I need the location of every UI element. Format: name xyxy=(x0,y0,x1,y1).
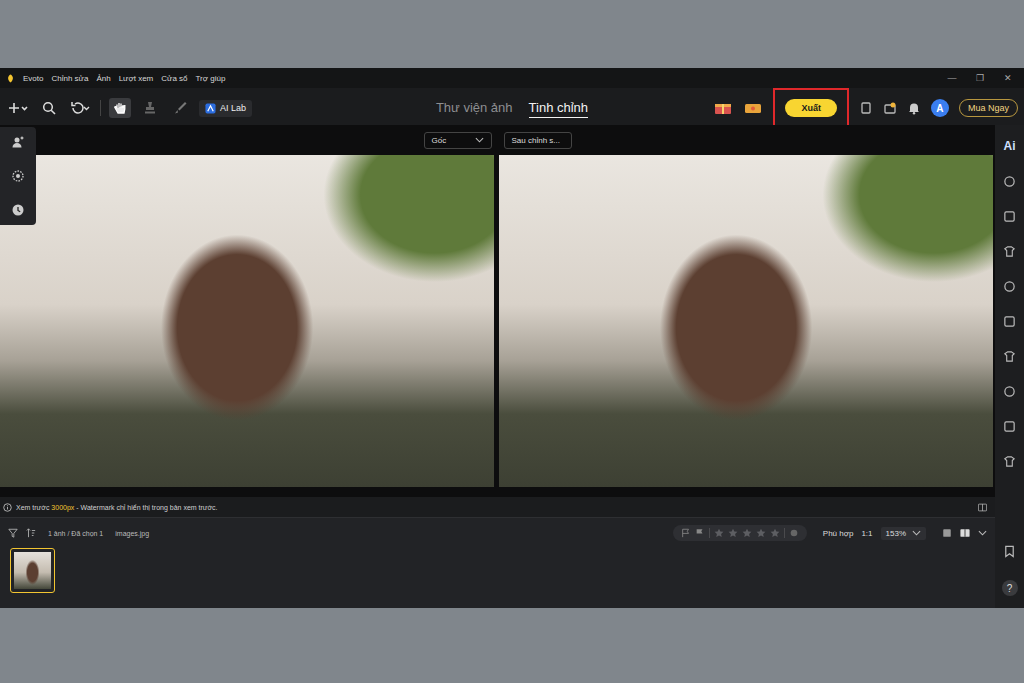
panel-tool-icon[interactable] xyxy=(1003,385,1016,398)
panel-tool-icon[interactable] xyxy=(1003,210,1016,223)
actual-size-button[interactable]: 1:1 xyxy=(861,529,872,538)
help-button[interactable]: ? xyxy=(1002,580,1018,596)
filmstrip-header: 1 ảnh / Đã chọn 1 images.jpg Phù hợp 1:1 153… xyxy=(0,518,995,548)
buy-now-button[interactable]: Mua Ngay xyxy=(959,99,1018,117)
menu-item[interactable]: Trợ giúp xyxy=(196,74,226,83)
backdrop-bottom xyxy=(0,608,1024,683)
search-icon xyxy=(42,101,56,115)
screen: Evoto Chỉnh sửa Ảnh Lượt xem Cửa sổ Trợ giúp —… xyxy=(0,0,1024,683)
portrait-tool-icon[interactable] xyxy=(11,135,25,149)
compare-bar: Gốc Sau chỉnh s... xyxy=(0,125,995,155)
window-control[interactable]: ❐ xyxy=(970,73,990,83)
window-control[interactable]: ✕ xyxy=(998,73,1018,83)
ai-tools-button[interactable]: Ai xyxy=(1004,139,1016,153)
canvas: Gốc Sau chỉnh s... xyxy=(0,125,995,497)
filter-tool-icon[interactable] xyxy=(11,169,25,183)
device-icon[interactable] xyxy=(859,101,873,115)
tool-button[interactable] xyxy=(38,98,60,118)
selection-count: 1 ảnh / Đã chọn 1 xyxy=(48,530,103,537)
rating-star-icon[interactable] xyxy=(742,528,752,538)
menu-item[interactable]: Cửa sổ xyxy=(161,74,187,83)
user-avatar[interactable]: A xyxy=(931,99,949,117)
export-button[interactable]: Xuất xyxy=(785,99,837,117)
chevron-down-icon xyxy=(912,530,921,536)
rating-bar xyxy=(673,525,807,541)
window-control[interactable]: — xyxy=(942,73,962,83)
export-highlight: Xuất xyxy=(773,88,849,128)
color-label-icon[interactable] xyxy=(789,528,799,538)
before-dropdown[interactable]: Gốc xyxy=(424,132,492,149)
menu-item[interactable]: Ảnh xyxy=(96,74,110,83)
history-icon[interactable] xyxy=(11,203,25,217)
tool-button[interactable] xyxy=(109,98,131,118)
after-label: Sau chỉnh s... xyxy=(504,132,572,149)
chevron-down-icon[interactable] xyxy=(978,530,987,536)
preview-note: Xem trước 3000px - Watermark chỉ hiển th… xyxy=(0,497,995,517)
thumbnail-image xyxy=(14,552,51,589)
compare-view-icon[interactable] xyxy=(960,528,970,538)
batch-icon[interactable] xyxy=(883,101,897,115)
photo-after xyxy=(499,155,993,487)
panel-tool-icon[interactable] xyxy=(1003,175,1016,188)
rating-star-icon[interactable] xyxy=(714,528,724,538)
zoom-dropdown[interactable]: 153% xyxy=(881,527,926,540)
menu-item[interactable]: Chỉnh sửa xyxy=(51,74,88,83)
ai-lab-icon xyxy=(205,103,216,114)
add-icon xyxy=(8,101,28,115)
tool-button[interactable] xyxy=(68,98,92,118)
hand-icon xyxy=(113,101,127,115)
mode-tabs: Thư viện ảnh Tinh chỉnh xyxy=(436,98,588,118)
menu-item[interactable]: Lượt xem xyxy=(119,74,154,83)
chevron-down-icon xyxy=(475,137,484,143)
backdrop-top xyxy=(0,0,1024,68)
split-view-icon[interactable] xyxy=(978,503,987,512)
file-name: images.jpg xyxy=(115,530,149,537)
stamp-icon xyxy=(143,101,157,115)
panel-tool-icon[interactable] xyxy=(1003,315,1016,328)
rating-star-icon[interactable] xyxy=(770,528,780,538)
center-column: Gốc Sau chỉnh s... Xem trước 3000px - Wate… xyxy=(0,125,995,608)
gift-icon[interactable] xyxy=(713,101,733,115)
undo-icon xyxy=(70,101,90,115)
app-menu[interactable]: Evoto xyxy=(23,74,43,83)
right-sidebar: Ai? xyxy=(995,125,1024,608)
photo-before xyxy=(0,155,494,487)
reject-flag-icon[interactable] xyxy=(695,528,705,538)
tool-button[interactable] xyxy=(6,98,30,118)
bell-icon[interactable] xyxy=(907,101,921,115)
panel-tool-icon[interactable] xyxy=(1003,280,1016,293)
compare-photos xyxy=(0,155,995,487)
filter-icon[interactable] xyxy=(8,528,18,538)
single-view-icon[interactable] xyxy=(942,528,952,538)
panel-tool-icon[interactable] xyxy=(1003,455,1016,468)
flag-icon[interactable] xyxy=(681,528,691,538)
ticket-icon[interactable] xyxy=(743,101,763,115)
info-icon xyxy=(3,503,12,512)
left-tool-panel xyxy=(0,127,36,225)
fit-button[interactable]: Phù hợp xyxy=(823,529,854,538)
evoto-logo-icon xyxy=(6,74,15,83)
panel-tool-icon[interactable] xyxy=(1003,420,1016,433)
rating-star-icon[interactable] xyxy=(728,528,738,538)
ai-lab-button[interactable]: AI Lab xyxy=(199,100,252,117)
mode-tab[interactable]: Tinh chỉnh xyxy=(529,98,589,118)
panel-tool-icon[interactable] xyxy=(1003,350,1016,363)
workspace: Gốc Sau chỉnh s... Xem trước 3000px - Wate… xyxy=(0,125,1024,608)
title-bar: Evoto Chỉnh sửa Ảnh Lượt xem Cửa sổ Trợ giúp —… xyxy=(0,68,1024,88)
tool-button[interactable] xyxy=(139,98,161,118)
filmstrip: 1 ảnh / Đã chọn 1 images.jpg Phù hợp 1:1 153… xyxy=(0,517,995,608)
app-window: Evoto Chỉnh sửa Ảnh Lượt xem Cửa sổ Trợ giúp —… xyxy=(0,68,1024,608)
rating-star-icon[interactable] xyxy=(756,528,766,538)
sort-icon[interactable] xyxy=(26,528,36,538)
thumbnail[interactable] xyxy=(10,548,55,593)
bookmark-icon[interactable] xyxy=(1003,545,1016,558)
tool-button[interactable] xyxy=(169,98,191,118)
thumbnail-list xyxy=(0,548,995,593)
panel-tool-icon[interactable] xyxy=(1003,245,1016,258)
toolbar-separator xyxy=(100,100,101,116)
toolbar: AI Lab Thư viện ảnh Tinh chỉnh Xuất A Mua Nga… xyxy=(0,88,1024,125)
brush-icon xyxy=(173,101,187,115)
mode-tab[interactable]: Thư viện ảnh xyxy=(436,98,513,118)
